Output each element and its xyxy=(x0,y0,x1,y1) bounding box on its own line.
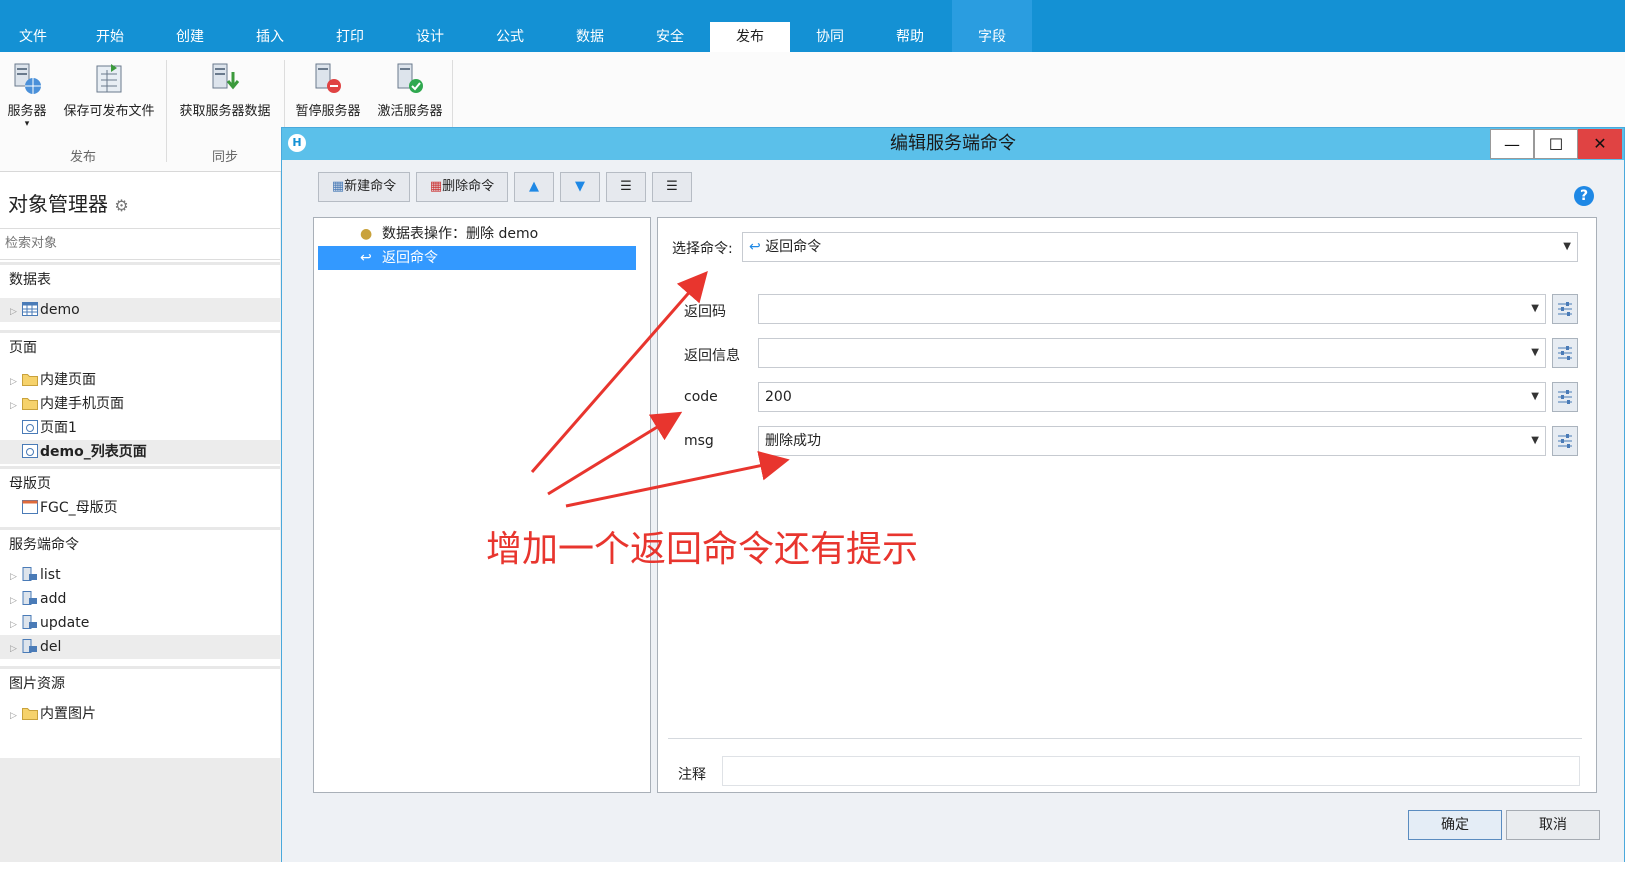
status-area xyxy=(0,862,1625,880)
annotation-arrow xyxy=(530,270,708,473)
annotation-arrows xyxy=(530,270,790,508)
annotation-arrow xyxy=(565,450,790,508)
annotation-text: 增加一个返回命令还有提示 xyxy=(486,529,919,570)
annotation-arrow xyxy=(547,411,683,496)
